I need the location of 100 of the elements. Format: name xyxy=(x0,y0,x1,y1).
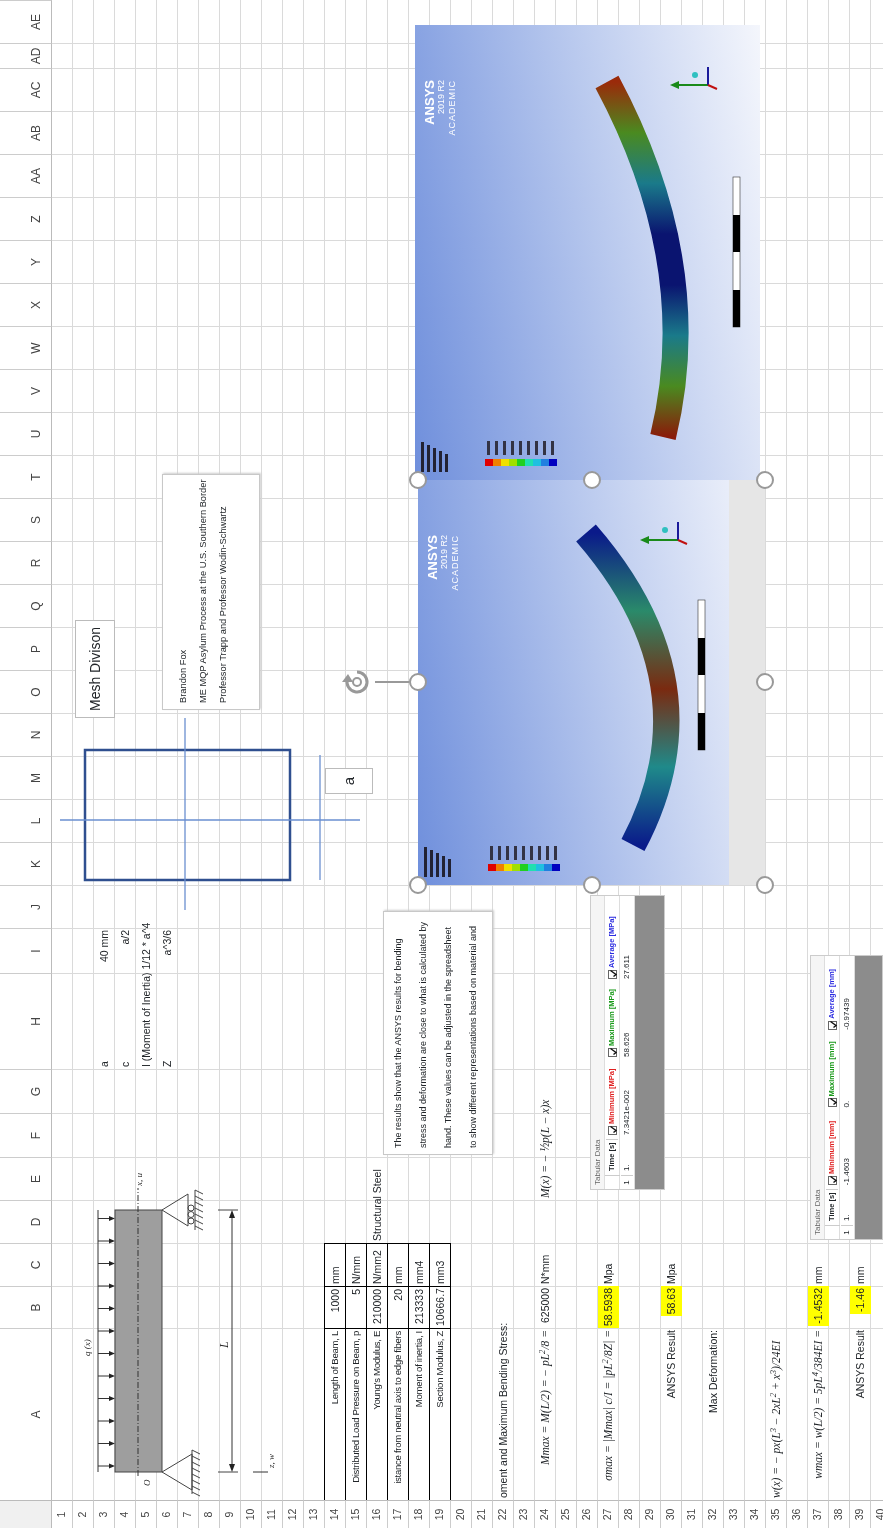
row-header[interactable]: 1 xyxy=(841,1225,853,1239)
cell-value: a/2 xyxy=(118,929,132,947)
checkbox[interactable] xyxy=(827,1176,837,1186)
resize-handle[interactable] xyxy=(756,673,774,692)
table-cell-text: 58.626 xyxy=(621,1031,632,1059)
column-header[interactable]: R xyxy=(0,541,52,584)
column-header[interactable]: A xyxy=(0,1328,52,1500)
checkbox[interactable] xyxy=(607,1048,617,1057)
column-header[interactable]: U xyxy=(0,412,52,455)
column-header[interactable]: I xyxy=(0,928,52,973)
column-header[interactable]: F xyxy=(0,1113,52,1157)
formula-text: M(x) = − ½p(L − x)x xyxy=(538,1098,553,1200)
column-header[interactable]: O xyxy=(0,670,52,713)
column-header[interactable]: AA xyxy=(0,154,52,197)
column-header[interactable]: E xyxy=(0,1157,52,1200)
column-header[interactable]: L xyxy=(0,799,52,842)
column-header[interactable]: Q xyxy=(0,584,52,627)
row-header[interactable]: 35 xyxy=(766,1500,787,1528)
row-header[interactable]: 19 xyxy=(430,1500,451,1528)
row-header[interactable]: 18 xyxy=(409,1500,430,1528)
logo-text: ANSYS xyxy=(423,80,436,127)
row-header[interactable]: 25 xyxy=(556,1500,577,1528)
row-header[interactable]: 11 xyxy=(262,1500,283,1528)
column-header[interactable]: S xyxy=(0,498,52,541)
row-header[interactable]: 9 xyxy=(220,1500,241,1528)
cell-value: 40 mm xyxy=(97,929,111,965)
row-header[interactable]: 3 xyxy=(94,1500,115,1528)
column-header[interactable]: V xyxy=(0,369,52,412)
column-header[interactable]: T xyxy=(0,455,52,498)
row-header[interactable]: 36 xyxy=(787,1500,808,1528)
column-header[interactable]: AD xyxy=(0,43,52,68)
logo-text: ANSYS xyxy=(426,535,439,582)
row-header[interactable]: 23 xyxy=(514,1500,535,1528)
checkbox[interactable] xyxy=(827,1098,837,1108)
cell-text: Mpa xyxy=(664,1262,678,1286)
row-header[interactable]: 5 xyxy=(136,1500,157,1528)
table-cell-text: -0.97439 xyxy=(841,997,852,1032)
row-header[interactable]: 8 xyxy=(199,1500,220,1528)
diagram-label: q (x) xyxy=(82,1339,92,1356)
table-cell-text: 1. xyxy=(621,1163,632,1173)
column-header[interactable]: H xyxy=(0,973,52,1069)
column-header[interactable]: X xyxy=(0,283,52,326)
column-header[interactable]: K xyxy=(0,842,52,885)
column-header[interactable]: D xyxy=(0,1200,52,1243)
row-header[interactable]: 37 xyxy=(808,1500,829,1528)
row-header[interactable]: 21 xyxy=(472,1500,493,1528)
row-header[interactable]: 10 xyxy=(241,1500,262,1528)
resize-handle[interactable] xyxy=(409,876,427,894)
row-header[interactable]: 1 xyxy=(52,1500,73,1528)
resize-handle[interactable] xyxy=(409,673,427,692)
row-header[interactable]: 12 xyxy=(283,1500,304,1528)
cell-text: Structural Steel xyxy=(370,1168,384,1243)
column-header[interactable]: J xyxy=(0,885,52,928)
resize-handle[interactable] xyxy=(756,876,774,894)
row-header[interactable]: 27 xyxy=(598,1500,619,1528)
column-header[interactable]: AC xyxy=(0,68,52,111)
row-header[interactable]: 13 xyxy=(304,1500,325,1528)
row-header[interactable]: 4 xyxy=(115,1500,136,1528)
row-header[interactable]: 28 xyxy=(619,1500,640,1528)
resize-handle[interactable] xyxy=(409,471,427,489)
row-header[interactable]: 30 xyxy=(661,1500,682,1528)
row-header[interactable]: 31 xyxy=(682,1500,703,1528)
row-header[interactable]: 38 xyxy=(829,1500,850,1528)
row-header[interactable]: 24 xyxy=(535,1500,556,1528)
column-header[interactable]: Z xyxy=(0,197,52,240)
row-header[interactable]: 39 xyxy=(850,1500,871,1528)
row-header[interactable]: 17 xyxy=(388,1500,409,1528)
cell-text: I (Moment of Inertia) 1/12 * a^4 xyxy=(139,921,153,1069)
row-header[interactable]: 16 xyxy=(367,1500,388,1528)
row-header[interactable]: 20 xyxy=(451,1500,472,1528)
column-header[interactable]: N xyxy=(0,713,52,756)
column-header[interactable]: AB xyxy=(0,111,52,154)
checkbox[interactable] xyxy=(607,1126,617,1135)
column-header[interactable]: B xyxy=(0,1286,52,1328)
checkbox[interactable] xyxy=(827,1020,837,1030)
row-header[interactable]: 34 xyxy=(745,1500,766,1528)
column-header[interactable]: AE xyxy=(0,0,52,43)
row-header[interactable]: 15 xyxy=(346,1500,367,1528)
checkbox[interactable] xyxy=(607,970,617,979)
row-header[interactable]: 33 xyxy=(724,1500,745,1528)
column-header[interactable]: W xyxy=(0,326,52,369)
row-header[interactable]: 26 xyxy=(577,1500,598,1528)
row-header[interactable]: 32 xyxy=(703,1500,724,1528)
row-header[interactable]: 2 xyxy=(73,1500,94,1528)
resize-handle[interactable] xyxy=(756,471,774,489)
column-header[interactable]: C xyxy=(0,1243,52,1286)
row-header[interactable]: 1 xyxy=(621,1175,633,1189)
author-line: Brandon Fox xyxy=(177,648,189,703)
row-header[interactable]: 29 xyxy=(640,1500,661,1528)
row-header[interactable]: 6 xyxy=(157,1500,178,1528)
row-header[interactable]: 22 xyxy=(493,1500,514,1528)
column-header[interactable]: G xyxy=(0,1069,52,1113)
diagram-label: L xyxy=(217,1341,231,1348)
row-header[interactable]: 7 xyxy=(178,1500,199,1528)
select-all-corner[interactable] xyxy=(0,1500,52,1528)
column-header[interactable]: M xyxy=(0,756,52,799)
column-header[interactable]: P xyxy=(0,627,52,670)
column-header[interactable]: Y xyxy=(0,240,52,283)
row-header[interactable]: 14 xyxy=(325,1500,346,1528)
table-cell: N/mm xyxy=(345,1243,367,1287)
